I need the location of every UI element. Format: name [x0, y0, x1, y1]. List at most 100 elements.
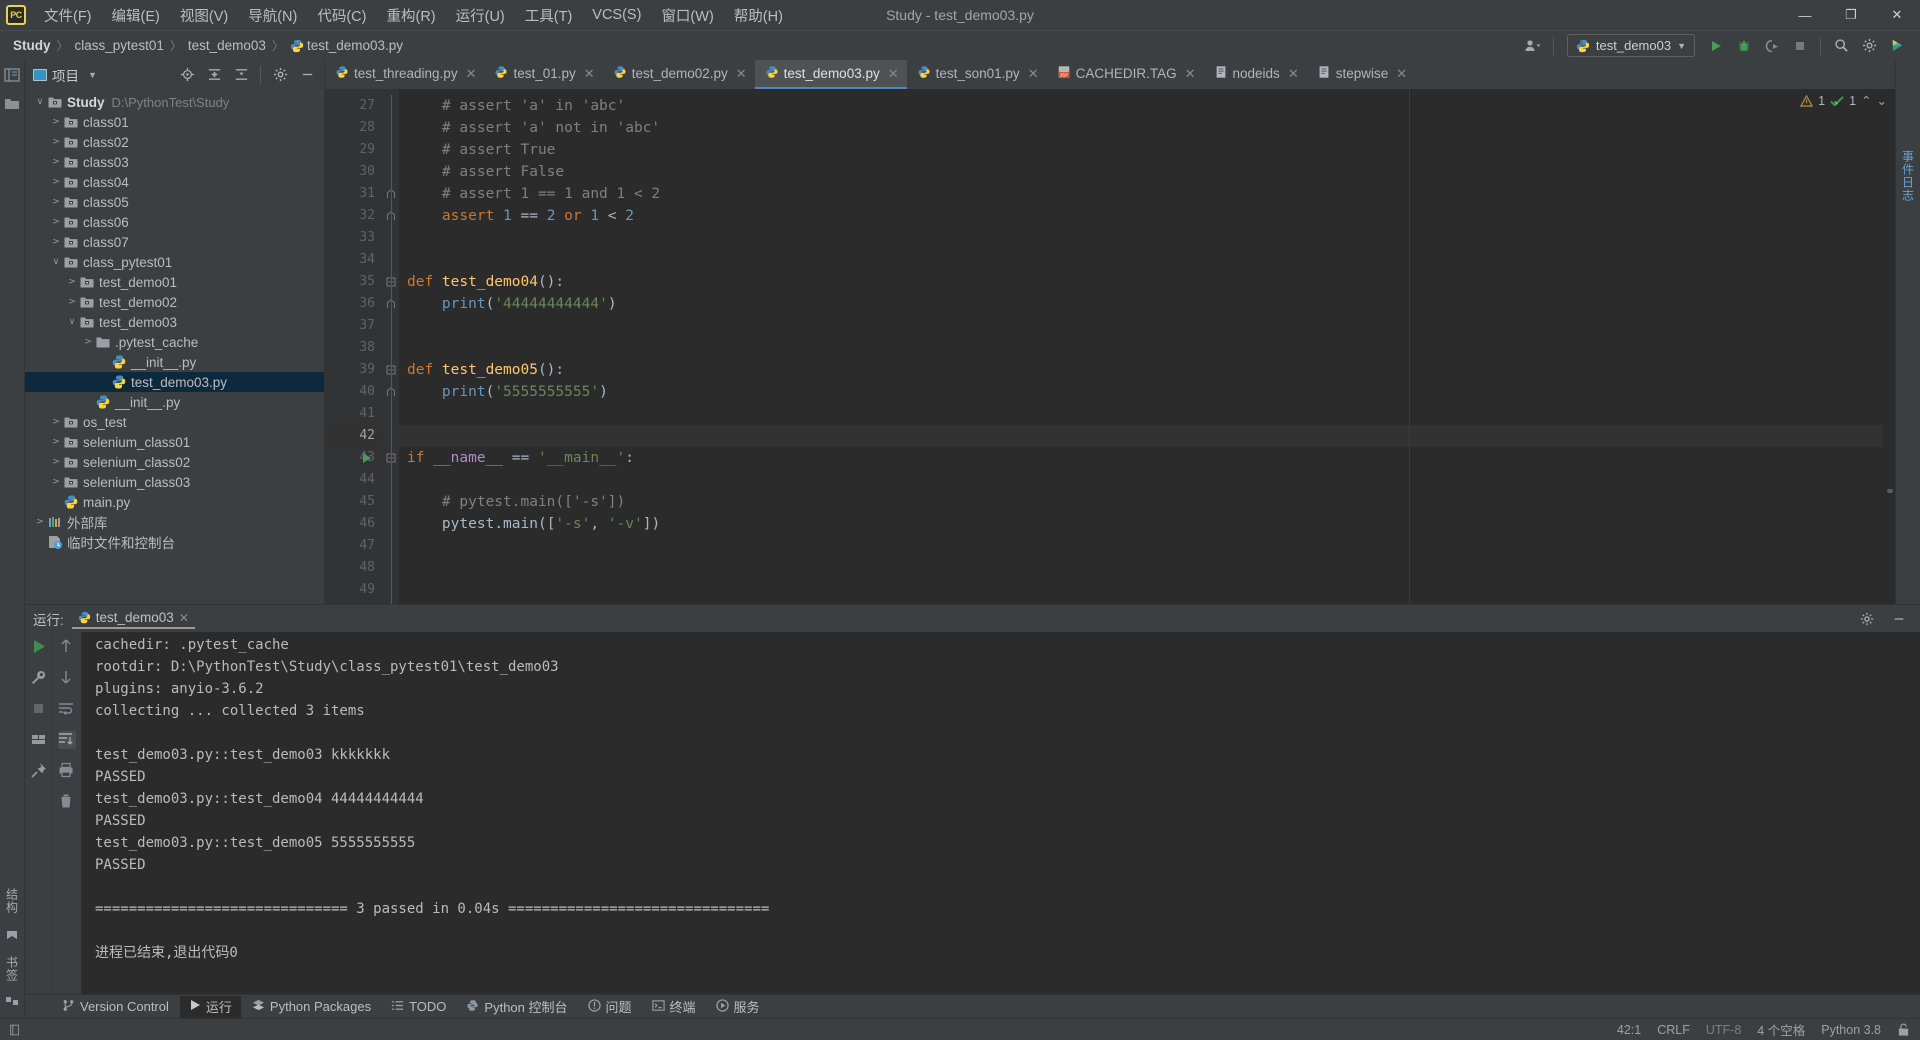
menu-edit[interactable]: 编辑(E) — [102, 0, 170, 31]
updates-icon[interactable] — [1884, 34, 1910, 58]
code-line[interactable]: # assert False — [399, 161, 1883, 183]
chevron-down-icon[interactable]: ▼ — [88, 70, 97, 80]
tree-item[interactable]: > os_test — [25, 412, 324, 432]
close-button[interactable]: ✕ — [1874, 0, 1920, 30]
tree-item[interactable]: > selenium_class01 — [25, 432, 324, 452]
close-icon[interactable]: ✕ — [1185, 66, 1196, 82]
menu-navigate[interactable]: 导航(N) — [238, 0, 307, 31]
tool-window-button[interactable]: Version Control — [53, 996, 178, 1018]
editor-tab[interactable]: test_demo02.py ✕ — [603, 60, 755, 89]
menu-view[interactable]: 视图(V) — [170, 0, 238, 31]
tree-expander-icon[interactable]: > — [49, 457, 63, 467]
code-line[interactable]: # assert 'a' not in 'abc' — [399, 117, 1883, 139]
code-line[interactable]: # assert 'a' in 'abc' — [399, 95, 1883, 117]
menu-window[interactable]: 窗口(W) — [651, 0, 723, 31]
editor-tab[interactable]: test_demo03.py ✕ — [754, 60, 907, 89]
run-session-tab[interactable]: test_demo03 ✕ — [71, 608, 195, 629]
layout-icon[interactable] — [30, 731, 48, 749]
close-icon[interactable]: ✕ — [1396, 66, 1407, 82]
editor-tab[interactable]: stepwise ✕ — [1307, 60, 1415, 89]
tree-expander-icon[interactable]: > — [49, 437, 63, 447]
structure-tool-label[interactable]: 结构 — [4, 888, 21, 914]
maximize-button[interactable]: ❐ — [1828, 0, 1874, 30]
tree-expander-icon[interactable]: ∨ — [65, 317, 79, 327]
bookmarks-tool-label[interactable]: 书签 — [4, 956, 21, 982]
tree-expander-icon[interactable]: > — [49, 117, 63, 127]
indent-setting[interactable]: 4 个空格 — [1757, 1020, 1805, 1039]
inspection-widget[interactable]: 1 1 ⌃ ⌄ — [1800, 93, 1887, 108]
menu-help[interactable]: 帮助(H) — [724, 0, 793, 31]
code-line[interactable]: def test_demo04(): — [399, 271, 1883, 293]
menu-vcs[interactable]: VCS(S) — [582, 2, 651, 28]
tree-item[interactable]: > class01 — [25, 112, 324, 132]
tree-item[interactable]: main.py — [25, 492, 324, 512]
no-notifications-icon[interactable] — [8, 1023, 22, 1037]
tree-item[interactable]: > class06 — [25, 212, 324, 232]
tree-item[interactable]: > selenium_class02 — [25, 452, 324, 472]
wrench-icon[interactable] — [30, 669, 48, 687]
settings-gear-icon[interactable] — [1856, 34, 1882, 58]
menu-code[interactable]: 代码(C) — [307, 0, 376, 31]
code-line[interactable] — [399, 535, 1883, 557]
up-arrow-icon[interactable] — [58, 638, 76, 656]
tree-expander-icon[interactable]: > — [49, 157, 63, 167]
next-problem-icon[interactable]: ⌄ — [1877, 93, 1887, 108]
run-gutter-icon[interactable] — [363, 453, 371, 463]
close-icon[interactable]: ✕ — [736, 66, 747, 82]
editor-tab[interactable]: test_threading.py ✕ — [325, 60, 484, 89]
code-line[interactable]: def test_demo05(): — [399, 359, 1883, 381]
tree-expander-icon[interactable]: > — [49, 137, 63, 147]
tree-expander-icon[interactable]: > — [49, 477, 63, 487]
gear-icon[interactable] — [1854, 607, 1880, 631]
run-icon[interactable] — [1703, 34, 1729, 58]
collapse-all-icon[interactable] — [228, 63, 254, 87]
tree-expander-icon[interactable]: ∨ — [33, 97, 47, 107]
editor-fold-column[interactable] — [383, 89, 399, 604]
breadcrumb-item-2[interactable]: test_demo03 — [185, 36, 269, 55]
tool-window-button[interactable]: Python 控制台 — [457, 996, 576, 1018]
tree-item[interactable]: > 外部库 — [25, 512, 324, 532]
scroll-to-end-icon[interactable] — [58, 731, 76, 749]
tree-item[interactable]: > test_demo02 — [25, 292, 324, 312]
code-line[interactable] — [399, 579, 1883, 601]
rerun-icon[interactable] — [30, 638, 48, 656]
close-icon[interactable]: ✕ — [888, 66, 899, 82]
lock-icon[interactable] — [1897, 1023, 1910, 1037]
code-line[interactable] — [399, 315, 1883, 337]
tool-window-button[interactable]: 终端 — [643, 996, 705, 1018]
editor-tab[interactable]: nodeids ✕ — [1204, 60, 1307, 89]
project-tree[interactable]: ∨ Study D:\PythonTest\Study > class01 > class0… — [25, 89, 324, 604]
editor-tab[interactable]: test_son01.py ✕ — [907, 60, 1047, 89]
tree-item[interactable]: > class02 — [25, 132, 324, 152]
tree-expander-icon[interactable]: > — [49, 237, 63, 247]
line-separator[interactable]: CRLF — [1657, 1023, 1690, 1037]
gear-icon[interactable] — [267, 63, 293, 87]
code-line[interactable] — [399, 227, 1883, 249]
run-configuration-selector[interactable]: test_demo03 ▼ — [1566, 34, 1695, 57]
close-icon[interactable]: ✕ — [1028, 66, 1039, 82]
minimize-button[interactable]: — — [1782, 0, 1828, 30]
menu-file[interactable]: 文件(F) — [34, 0, 102, 31]
locate-icon[interactable] — [174, 63, 200, 87]
menu-refactor[interactable]: 重构(R) — [376, 0, 445, 31]
tree-expander-icon[interactable]: > — [49, 177, 63, 187]
tree-expander-icon[interactable]: > — [49, 197, 63, 207]
file-encoding[interactable]: UTF-8 — [1706, 1023, 1741, 1037]
menu-tools[interactable]: 工具(T) — [515, 0, 583, 31]
code-line[interactable] — [399, 337, 1883, 359]
tree-expander-icon[interactable]: > — [49, 417, 63, 427]
editor-code[interactable]: # assert 'a' in 'abc' # assert 'a' not i… — [399, 89, 1883, 604]
tree-item[interactable]: 临时文件和控制台 — [25, 532, 324, 552]
code-line[interactable]: if __name__ == '__main__': — [399, 447, 1883, 469]
debug-icon[interactable] — [1731, 34, 1757, 58]
tree-item[interactable]: __init__.py — [25, 352, 324, 372]
code-line[interactable]: # assert 1 == 1 and 1 < 2 — [399, 183, 1883, 205]
soft-wrap-icon[interactable] — [58, 700, 76, 718]
code-line[interactable]: # pytest.main(['-s']) — [399, 491, 1883, 513]
tree-item[interactable]: ∨ test_demo03 — [25, 312, 324, 332]
tree-item[interactable]: test_demo03.py — [25, 372, 324, 392]
close-icon[interactable]: ✕ — [179, 611, 189, 625]
tree-item[interactable]: ∨ Study D:\PythonTest\Study — [25, 92, 324, 112]
tree-item[interactable]: > .pytest_cache — [25, 332, 324, 352]
tree-expander-icon[interactable]: > — [65, 277, 79, 287]
